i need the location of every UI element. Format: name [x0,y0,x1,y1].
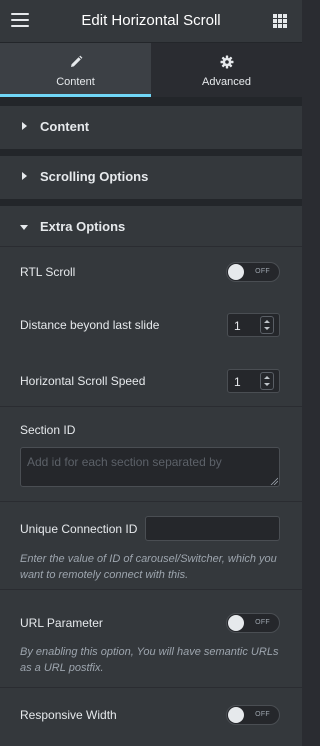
extra-options-panel: RTL Scroll OFF Distance beyond last slid… [0,247,302,746]
rtl-scroll-label: RTL Scroll [20,265,76,279]
resize-handle-icon[interactable] [270,477,278,485]
rtl-scroll-control: RTL Scroll OFF [0,247,302,297]
divider [0,199,302,206]
toggle-state: OFF [255,619,270,626]
distance-label: Distance beyond last slide [20,318,160,332]
caret-down-icon [20,225,28,230]
url-parameter-description: By enabling this option, You will have s… [20,646,279,674]
section-content-header[interactable]: Content [0,106,302,149]
distance-value: 1 [234,319,241,333]
section-content-label: Content [40,119,90,134]
responsive-width-control: Responsive Width OFF [0,688,302,746]
scroll-speed-label: Horizontal Scroll Speed [20,374,146,388]
url-parameter-label: URL Parameter [20,616,103,630]
caret-right-icon [22,122,27,130]
unique-connection-id-input[interactable] [145,516,280,541]
unique-connection-id-description: Enter the value of ID of carousel/Switch… [20,553,277,581]
pencil-icon [70,55,82,67]
url-parameter-toggle[interactable]: OFF [226,613,280,633]
spinner-icon[interactable] [260,372,274,390]
url-parameter-control: URL Parameter OFF By enabling this optio… [0,590,302,688]
section-extra-options-label: Extra Options [40,219,126,234]
section-id-control: Section ID [0,407,302,502]
scroll-speed-control: Horizontal Scroll Speed 1 [0,352,302,407]
hamburger-icon[interactable] [11,13,29,28]
section-id-textarea[interactable] [20,447,280,487]
tab-advanced[interactable]: Advanced [151,43,302,97]
apps-grid-icon[interactable] [273,14,287,28]
caret-right-icon [22,172,27,180]
toggle-knob [228,615,244,631]
toggle-state: OFF [255,268,270,275]
section-scrolling-options-label: Scrolling Options [40,169,149,184]
section-id-label: Section ID [20,423,76,437]
panel-header: Edit Horizontal Scroll [0,0,302,43]
responsive-width-label: Responsive Width [20,708,117,722]
toggle-knob [228,264,244,280]
responsive-width-toggle[interactable]: OFF [226,705,280,725]
distance-input[interactable]: 1 [227,313,280,337]
section-extra-options-header[interactable]: Extra Options [0,206,302,249]
unique-connection-id-control: Unique Connection ID Enter the value of … [0,502,302,590]
tab-advanced-label: Advanced [202,76,251,88]
toggle-state: OFF [255,711,270,718]
tab-content-label: Content [56,76,95,88]
section-scrolling-options-header[interactable]: Scrolling Options [0,156,302,199]
unique-connection-id-label: Unique Connection ID [20,522,138,536]
panel-title: Edit Horizontal Scroll [81,12,221,29]
divider [0,149,302,156]
spinner-icon[interactable] [260,316,274,334]
scroll-speed-input[interactable]: 1 [227,369,280,393]
scroll-speed-value: 1 [234,375,241,389]
tab-content[interactable]: Content [0,43,151,97]
divider [0,97,302,106]
toggle-knob [228,707,244,723]
distance-control: Distance beyond last slide 1 [0,297,302,352]
rtl-scroll-toggle[interactable]: OFF [226,262,280,282]
tab-bar: Content Advanced [0,43,302,97]
gear-icon [220,55,233,69]
